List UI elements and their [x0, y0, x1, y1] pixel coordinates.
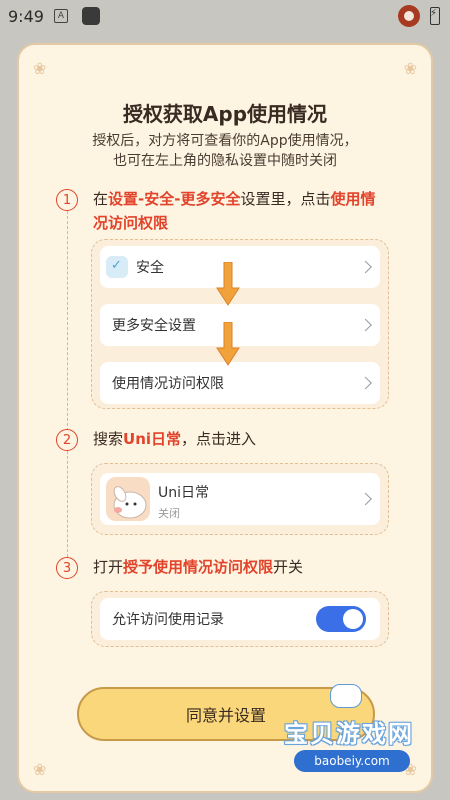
- dialog-subtitle: 授权后，对方将可查看你的App使用情况， 也可在左上角的隐私设置中随时关闭: [19, 131, 431, 171]
- battery-icon: [430, 7, 440, 25]
- step-2-instruction: 搜索Uni日常，点击进入: [93, 427, 413, 451]
- app-name: Uni日常: [158, 485, 210, 501]
- settings-row-more-security[interactable]: 更多安全设置: [100, 304, 380, 346]
- paw-icon: ❀: [33, 59, 47, 78]
- gamepad-icon: [330, 684, 362, 708]
- step-highlight: 况访问权限: [93, 214, 169, 232]
- chevron-right-icon: [359, 492, 372, 506]
- step-highlight: Uni日常: [123, 430, 182, 448]
- app-search-card: Uni日常 关闭: [91, 463, 389, 535]
- step-number-3: 3: [56, 557, 78, 579]
- step-text: 在: [93, 190, 109, 208]
- chevron-right-icon: [359, 376, 372, 390]
- app-square-icon: [81, 7, 100, 25]
- usage-access-toggle-row: 允许访问使用记录: [100, 598, 380, 640]
- watermark: 宝贝游戏网 baobeiy.com: [284, 684, 434, 788]
- settings-row-label: 使用情况访问权限: [112, 376, 224, 392]
- app-round-icon: [398, 5, 420, 27]
- step-highlight: 使用情: [330, 190, 376, 208]
- step-3-instruction: 打开授予使用情况访问权限开关: [93, 555, 413, 579]
- step-connector: [67, 211, 68, 431]
- authorization-dialog: ❀ ❀ ❀ ❀ 授权获取App使用情况 授权后，对方将可查看你的App使用情况，…: [17, 43, 433, 793]
- step-text: 打开: [93, 558, 124, 576]
- settings-row-label: 安全: [136, 260, 164, 276]
- shield-icon: [106, 256, 128, 278]
- settings-path-card: 安全 更多安全设置 使用情况访问权限: [91, 239, 389, 409]
- settings-row-label: 更多安全设置: [112, 318, 196, 334]
- watermark-text: 宝贝游戏网: [284, 720, 414, 748]
- watermark-url: baobeiy.com: [294, 750, 410, 772]
- down-arrow-icon: [216, 262, 240, 306]
- chevron-right-icon: [359, 318, 372, 332]
- bunny-mascot-icon: [106, 477, 150, 521]
- step-text: 搜索: [93, 430, 124, 448]
- subtitle-line: 也可在左上角的隐私设置中随时关闭: [113, 153, 337, 169]
- app-icon: [106, 477, 150, 521]
- dialog-title: 授权获取App使用情况: [122, 102, 328, 126]
- settings-row-security[interactable]: 安全: [100, 246, 380, 288]
- step-1-instruction: 在设置-安全-更多安全设置里，点击使用情况访问权限: [93, 187, 413, 235]
- step-number-2: 2: [56, 429, 78, 451]
- usage-access-toggle[interactable]: [316, 606, 366, 632]
- subtitle-line: 授权后，对方将可查看你的App使用情况，: [92, 133, 358, 149]
- step-highlight: 设置-安全-更多安全: [108, 190, 241, 208]
- settings-row-usage-access[interactable]: 使用情况访问权限: [100, 362, 380, 404]
- step-number-1: 1: [56, 189, 78, 211]
- step-text: 开关: [273, 558, 304, 576]
- status-time: 9:49: [8, 6, 44, 26]
- app-status: 关闭: [158, 507, 180, 520]
- toggle-label: 允许访问使用记录: [112, 612, 224, 628]
- step-highlight: 授予使用情况访问权限: [123, 558, 274, 576]
- paw-icon: ❀: [33, 760, 47, 779]
- step-connector: [67, 451, 68, 557]
- paw-icon: ❀: [403, 59, 417, 78]
- down-arrow-icon: [216, 322, 240, 366]
- step-text: 设置里，点击: [240, 190, 331, 208]
- toggle-card: 允许访问使用记录: [91, 591, 389, 647]
- step-text: ，点击进入: [181, 430, 257, 448]
- app-row-uni[interactable]: Uni日常 关闭: [100, 473, 380, 525]
- notification-icon: A: [53, 9, 68, 23]
- status-bar: 9:49 A: [0, 0, 450, 32]
- chevron-right-icon: [359, 260, 372, 274]
